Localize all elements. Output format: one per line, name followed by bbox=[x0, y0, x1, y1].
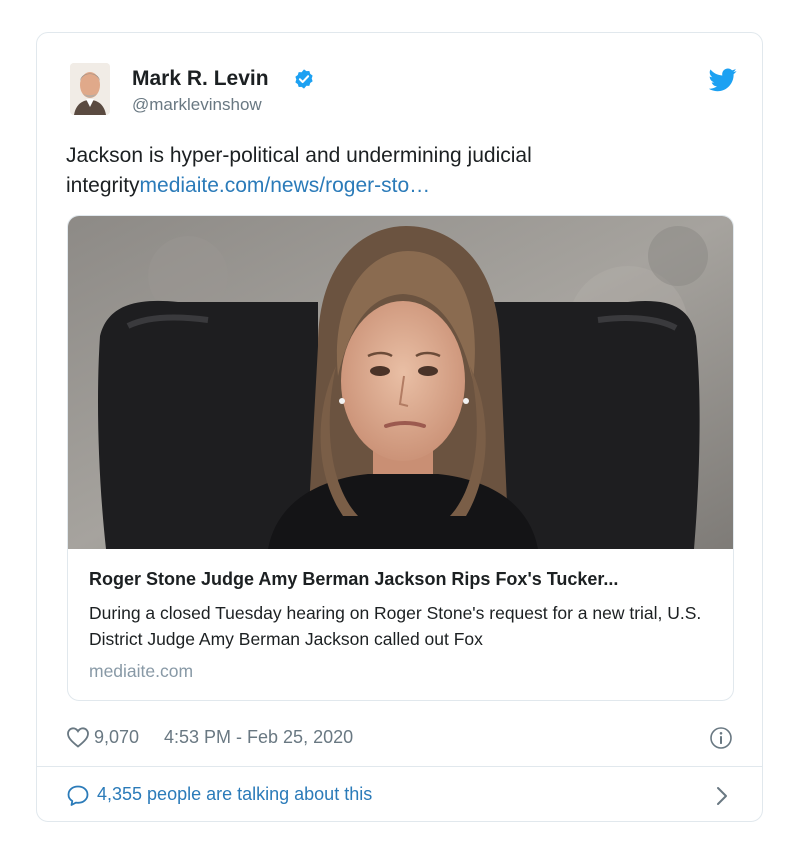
link-preview-card[interactable]: Roger Stone Judge Amy Berman Jackson Rip… bbox=[67, 215, 734, 701]
divider bbox=[37, 766, 762, 767]
conversation-link[interactable]: 4,355 people are talking about this bbox=[97, 784, 372, 805]
info-icon[interactable] bbox=[709, 726, 733, 750]
tweet-timestamp[interactable]: 4:53 PM - Feb 25, 2020 bbox=[164, 727, 353, 748]
author-name[interactable]: Mark R. Levin bbox=[132, 67, 269, 91]
twitter-bird-icon[interactable] bbox=[709, 68, 737, 92]
tweet-text: Jackson is hyper-political and undermini… bbox=[66, 141, 706, 201]
chevron-right-icon[interactable] bbox=[714, 785, 730, 807]
like-count[interactable]: 9,070 bbox=[94, 727, 139, 748]
author-handle[interactable]: @marklevinshow bbox=[132, 95, 262, 115]
heart-icon[interactable] bbox=[66, 726, 90, 748]
tweet-link[interactable]: mediaite.com/news/roger-sto… bbox=[140, 174, 431, 197]
avatar[interactable] bbox=[70, 63, 110, 115]
author-portrait-image bbox=[70, 63, 110, 115]
link-card-domain: mediaite.com bbox=[89, 661, 194, 681]
article-photo bbox=[68, 216, 733, 549]
speech-bubble-icon[interactable] bbox=[66, 784, 90, 808]
link-card-title[interactable]: Roger Stone Judge Amy Berman Jackson Rip… bbox=[89, 569, 618, 590]
embedded-tweet-card[interactable]: Mark R. Levin @marklevinshow Jackson is … bbox=[36, 32, 763, 822]
link-card-description: During a closed Tuesday hearing on Roger… bbox=[89, 603, 702, 649]
verified-badge-icon bbox=[295, 69, 313, 89]
